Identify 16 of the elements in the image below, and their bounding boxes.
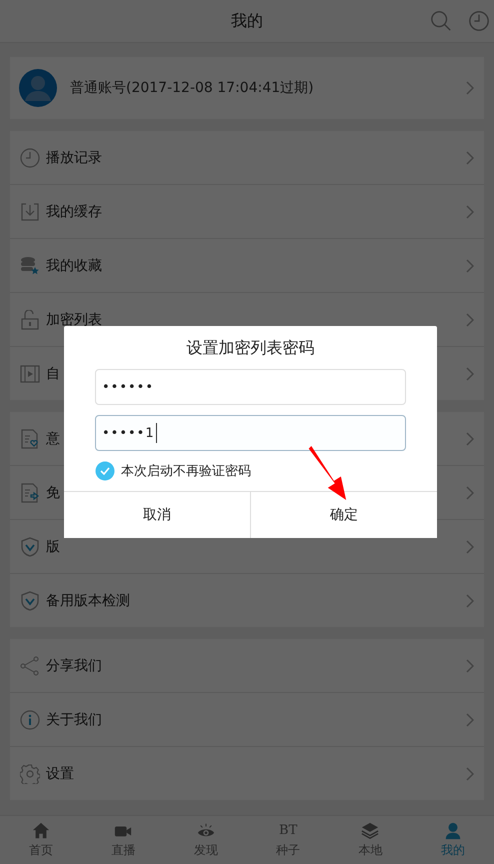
menu-label: 免 [46,484,60,502]
menu-label: 设置 [46,764,74,782]
menu-label: 关于我们 [46,710,102,728]
menu-label: 加密列表 [46,310,102,328]
menu-label: 意 [46,430,60,448]
checkbox-label: 本次启动不再验证密码 [121,463,251,480]
menu-label: 自 [46,364,60,382]
bt-glyph: BT [279,822,298,840]
menu-label: 版 [46,538,60,556]
menu-label: 分享我们 [46,656,102,674]
menu-label: 播放记录 [46,148,102,166]
menu-label: 备用版本检测 [46,592,130,610]
account-status: 普通账号(2017-12-08 17:04:41过期) [70,79,315,97]
menu-label: 我的收藏 [46,256,102,274]
menu-label: 我的缓存 [46,202,102,220]
page-title: 我的 [231,10,263,32]
